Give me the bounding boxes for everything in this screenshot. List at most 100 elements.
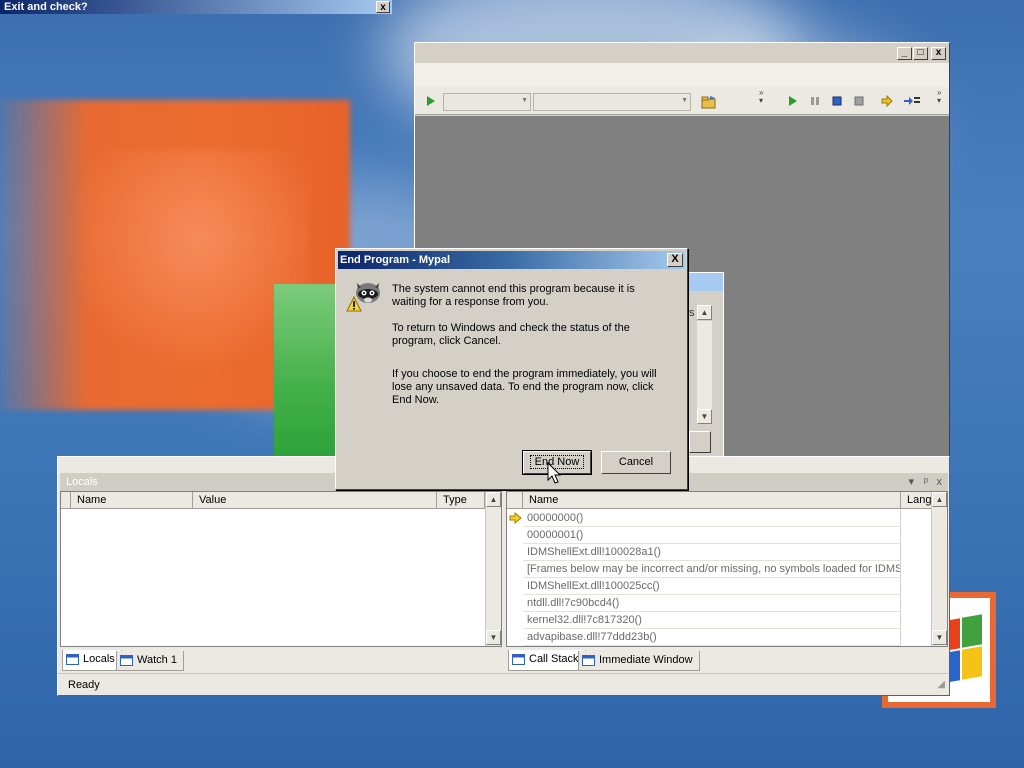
call-stack-row[interactable]: advapibase.dll!77ddd23b() (507, 629, 901, 646)
end-program-dialog: End Program - Mypal X The system cannot … (335, 248, 688, 490)
scroll-down-button[interactable]: ▼ (932, 630, 947, 645)
menu-bar (415, 63, 949, 87)
call-stack-frame-language (903, 544, 931, 561)
scroll-down-button[interactable]: ▼ (697, 409, 712, 424)
tab-watch-1[interactable]: Watch 1 (116, 651, 184, 671)
toolbar-overflow-icon[interactable]: » ▾ (759, 89, 763, 105)
locals-grid: Name Value Type ▲ ▼ (60, 491, 502, 647)
call-stack-row[interactable]: [Frames below may be incorrect and/or mi… (507, 561, 901, 578)
pane-pin-icon[interactable]: ᵖ (924, 473, 928, 491)
column-header-type[interactable]: Type (437, 492, 485, 509)
tab-immediate-window[interactable]: Immediate Window (578, 651, 700, 671)
restart-icon[interactable] (853, 95, 865, 107)
row-gutter (507, 578, 523, 595)
close-button[interactable]: x (931, 47, 946, 60)
scroll-up-button[interactable]: ▲ (932, 492, 947, 507)
show-next-statement-icon[interactable] (881, 95, 893, 107)
call-stack-row[interactable]: 00000000() (507, 510, 901, 527)
status-bar: Ready ◢ (58, 673, 949, 695)
pane-dropdown-icon[interactable]: ▾ (908, 473, 914, 491)
ghost-window-title: Exit and check? (4, 1, 88, 13)
locals-icon (66, 654, 79, 665)
dialog-close-button[interactable]: X (667, 253, 683, 267)
row-gutter (507, 595, 523, 612)
call-stack-frame-name: [Frames below may be incorrect and/or mi… (527, 561, 901, 577)
scroll-up-button[interactable]: ▲ (697, 305, 712, 320)
call-stack-frame-language (903, 527, 931, 544)
locals-scrollbar[interactable]: ▲ ▼ (485, 492, 501, 646)
call-stack-frame-language (903, 578, 931, 595)
tab-locals[interactable]: Locals (62, 650, 122, 671)
platform-combo[interactable]: ▼ (533, 93, 691, 111)
call-stack-frame-name: ntdll.dll!7c90bcd4() (527, 595, 901, 611)
dialog-title: End Program - Mypal (340, 254, 451, 266)
call-stack-frame-language (903, 595, 931, 612)
scroll-up-button[interactable]: ▲ (486, 492, 501, 507)
stop-debugging-icon[interactable] (831, 95, 843, 107)
debug-toolbar: ▼ ▼ » ▾ » ▾ (415, 87, 949, 115)
call-stack-frame-name: 00000000() (527, 510, 901, 526)
call-stack-frame-language (903, 561, 931, 578)
pane-close-icon[interactable]: x (937, 473, 943, 491)
call-stack-frame-name: kernel32.dll!7c817320() (527, 612, 901, 628)
status-text: Ready (68, 679, 100, 691)
locals-tab-bar: Locals Watch 1 (60, 650, 502, 672)
row-gutter (507, 612, 523, 629)
solution-config-combo[interactable]: ▼ (443, 93, 531, 111)
call-stack-tab-bar: Call Stack Immediate Window (506, 650, 948, 672)
row-gutter (507, 544, 523, 561)
ghost-window-titlebar: Exit and check? x (0, 0, 392, 14)
background-panel-button[interactable] (689, 431, 711, 453)
green-window-fragment (274, 284, 336, 456)
dialog-message-2: To return to Windows and check the statu… (392, 322, 630, 347)
call-stack-icon (512, 654, 525, 665)
warning-raccoon-icon (346, 283, 380, 312)
call-stack-frame-name: advapibase.dll!77ddd23b() (527, 629, 901, 645)
column-header-name[interactable]: Name (71, 492, 193, 509)
start-debug-icon[interactable] (425, 95, 437, 107)
debug-panels: Locals Name Value Type ▲ ▼ Locals Watch … (57, 456, 950, 696)
dialog-titlebar: End Program - Mypal X (338, 251, 685, 269)
call-stack-frame-language (903, 612, 931, 629)
watch-icon (120, 655, 133, 666)
call-stack-row[interactable]: 00000001() (507, 527, 901, 544)
scroll-down-button[interactable]: ▼ (486, 630, 501, 645)
call-stack-row[interactable]: IDMShellExt.dll!100025cc() (507, 578, 901, 595)
cancel-button[interactable]: Cancel (601, 451, 671, 474)
call-stack-frame-name: IDMShellExt.dll!100025cc() (527, 578, 901, 594)
maximize-button[interactable]: □ (913, 47, 928, 60)
toolbar-overflow-icon[interactable]: » ▾ (937, 89, 941, 105)
call-stack-row[interactable]: ntdll.dll!7c90bcd4() (507, 595, 901, 612)
column-header-name[interactable]: Name (523, 492, 901, 509)
break-all-icon[interactable] (809, 95, 821, 107)
column-header-language[interactable]: Lang (901, 492, 933, 509)
background-panel: s ▲ ▼ (688, 272, 724, 468)
immediate-window-icon (582, 655, 595, 666)
step-into-icon[interactable] (903, 95, 921, 107)
dialog-message-1: The system cannot end this program becau… (392, 283, 635, 308)
locals-title: Locals (66, 476, 98, 488)
row-gutter (507, 561, 523, 578)
mouse-cursor-icon (547, 462, 562, 484)
dialog-message-3: If you choose to end the program immedia… (392, 368, 657, 406)
resize-grip-icon[interactable]: ◢ (937, 674, 945, 696)
scroll-track[interactable] (697, 321, 712, 409)
call-stack-frame-name: 00000001() (527, 527, 901, 543)
call-stack-scrollbar[interactable]: ▲ ▼ (931, 492, 947, 646)
continue-icon[interactable] (787, 95, 799, 107)
call-stack-grid: Name Lang 00000000() 00000001() IDMShellEx… (506, 491, 948, 647)
minimize-button[interactable]: _ (897, 47, 912, 60)
open-folder-icon[interactable] (701, 95, 717, 109)
background-panel-text: s (689, 307, 695, 319)
row-gutter (507, 527, 523, 544)
column-header-value[interactable]: Value (193, 492, 437, 509)
call-stack-row[interactable]: kernel32.dll!7c817320() (507, 612, 901, 629)
tab-call-stack[interactable]: Call Stack (508, 650, 586, 671)
ghost-window-close-button[interactable]: x (376, 1, 390, 13)
current-frame-arrow-icon (507, 510, 523, 527)
call-stack-row[interactable]: IDMShellExt.dll!100028a1() (507, 544, 901, 561)
ide-titlebar (415, 43, 949, 63)
call-stack-frame-language (903, 629, 931, 646)
call-stack-frame-name: IDMShellExt.dll!100028a1() (527, 544, 901, 560)
call-stack-frame-language (903, 510, 931, 527)
